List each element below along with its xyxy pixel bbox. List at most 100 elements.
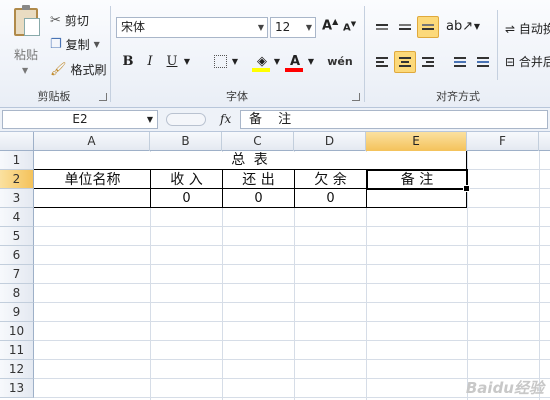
font-size-value: 12 [275, 20, 291, 34]
header-balance[interactable]: 欠 余 [295, 171, 366, 189]
bold-button[interactable]: B [118, 52, 138, 72]
font-size-select[interactable]: 12 ▼ [270, 17, 316, 38]
cut-button[interactable]: ✂ 剪切 [50, 10, 89, 30]
row-header-13[interactable]: 13 [0, 379, 34, 398]
formula-bar: E2 ▼ fx 备 注 [0, 108, 550, 132]
row-header-11[interactable]: 11 [0, 341, 34, 360]
column-header-e[interactable]: E [366, 132, 467, 151]
increase-indent-button[interactable] [472, 51, 494, 73]
formula-input[interactable]: 备 注 [240, 110, 548, 129]
clipboard-launcher-icon[interactable] [99, 93, 107, 101]
paste-button[interactable]: 粘贴 ▼ [8, 5, 44, 76]
column-header-f[interactable]: F [467, 132, 539, 151]
italic-button[interactable]: I [140, 52, 160, 72]
decrease-indent-button[interactable] [449, 51, 471, 73]
cut-label: 剪切 [64, 13, 89, 28]
column-header-b[interactable]: B [150, 132, 222, 151]
align-top-button[interactable] [371, 16, 393, 38]
chevron-down-icon[interactable]: ▼ [230, 52, 240, 72]
insert-function-button[interactable]: fx [220, 110, 231, 129]
borders-icon [213, 55, 227, 68]
font-name-select[interactable]: 宋体 ▼ [116, 17, 268, 38]
column-header-c[interactable]: C [222, 132, 294, 151]
chevron-down-icon[interactable]: ▼ [182, 52, 192, 72]
cell-d3[interactable]: 0 [295, 190, 366, 208]
scissors-icon: ✂ [50, 12, 61, 28]
gridline [34, 340, 550, 341]
select-all-button[interactable] [0, 132, 34, 151]
underline-button[interactable]: U [162, 52, 182, 72]
cell-b3[interactable]: 0 [151, 190, 222, 208]
phonetic-button[interactable]: wén [326, 52, 354, 72]
row-header-5[interactable]: 5 [0, 227, 34, 246]
column-header-d[interactable]: D [294, 132, 366, 151]
header-unit-name[interactable]: 单位名称 [35, 171, 150, 189]
row-header-2[interactable]: 2 [0, 170, 34, 189]
chevron-down-icon: ▼ [22, 66, 29, 75]
borders-button[interactable] [210, 52, 230, 72]
row-header-7[interactable]: 7 [0, 265, 34, 284]
underline-icon: U [166, 54, 178, 69]
shrink-font-icon: A [343, 22, 351, 34]
header-repaid[interactable]: 还 出 [223, 171, 294, 189]
row-header-1[interactable]: 1 [0, 151, 34, 170]
formula-controls: fx [160, 110, 236, 129]
name-box[interactable]: E2 ▼ [2, 110, 158, 129]
gridline [34, 245, 550, 246]
format-painter-icon: 🖌 [50, 61, 67, 77]
chevron-down-icon[interactable]: ▼ [272, 52, 282, 72]
merge-center-button[interactable]: ⊟ 合并后 [505, 53, 550, 70]
font-name-value: 宋体 [121, 20, 146, 34]
wrap-text-button[interactable]: ⇌ 自动换 [505, 20, 550, 37]
paste-label: 粘贴 [13, 48, 38, 62]
chevron-down-icon[interactable]: ▼ [306, 52, 316, 72]
ribbon: 粘贴 ▼ ✂ 剪切 ❐ 复制 ▼ 🖌 格式刷 剪贴板 宋体 ▼ 12 ▼ A▲ … [0, 0, 550, 108]
gridline [34, 226, 550, 227]
column-headers: A B C D E F [0, 132, 550, 151]
align-center-button[interactable] [394, 51, 416, 73]
spreadsheet-grid[interactable]: A B C D E F 1 2 3 4 5 6 7 8 9 10 11 12 1… [0, 132, 550, 400]
font-color-swatch [285, 68, 303, 72]
row-header-12[interactable]: 12 [0, 360, 34, 379]
format-painter-label: 格式刷 [70, 62, 107, 77]
chevron-down-icon: ▼ [305, 23, 312, 32]
font-launcher-icon[interactable] [352, 93, 360, 101]
chevron-down-icon[interactable]: ▼ [147, 111, 153, 128]
align-bottom-button[interactable] [417, 16, 439, 38]
row-header-8[interactable]: 8 [0, 284, 34, 303]
grow-font-button[interactable]: A▲ [322, 17, 338, 33]
align-right-button[interactable] [417, 51, 439, 73]
row-header-10[interactable]: 10 [0, 322, 34, 341]
gridline [34, 283, 550, 284]
merge-icon: ⊟ [505, 55, 516, 69]
column-header-a[interactable]: A [34, 132, 150, 151]
wrap-text-label: 自动换 [518, 22, 550, 36]
chevron-down-icon: ▼ [93, 39, 100, 49]
font-group-label: 字体 [226, 90, 248, 103]
format-painter-button[interactable]: 🖌 格式刷 [50, 59, 107, 79]
cell-c3[interactable]: 0 [223, 190, 294, 208]
row-header-4[interactable]: 4 [0, 208, 34, 227]
chevron-down-icon[interactable]: ▼ [472, 17, 482, 37]
grow-font-icon: A [322, 18, 333, 34]
fill-color-button[interactable]: ◈ [252, 52, 272, 72]
alignment-group-label: 对齐方式 [436, 90, 480, 103]
font-color-icon: A [289, 54, 301, 69]
phonetic-icon: wén [327, 55, 353, 68]
text-orientation-icon: ab↗ [446, 19, 474, 34]
align-left-button[interactable] [371, 51, 393, 73]
copy-button[interactable]: ❐ 复制 ▼ [50, 34, 100, 54]
active-cell-e2[interactable] [366, 169, 470, 192]
row-header-6[interactable]: 6 [0, 246, 34, 265]
table-border [150, 169, 151, 208]
resize-handle[interactable] [166, 113, 206, 126]
clipboard-icon [14, 5, 40, 36]
font-color-button[interactable]: A [285, 52, 305, 72]
shrink-font-button[interactable]: A▼ [343, 20, 356, 33]
row-header-9[interactable]: 9 [0, 303, 34, 322]
copy-label: 复制 [65, 37, 90, 52]
row-header-3[interactable]: 3 [0, 189, 34, 208]
orientation-button[interactable]: ab↗ [446, 17, 473, 37]
header-income[interactable]: 收 入 [151, 171, 222, 189]
align-middle-button[interactable] [394, 16, 416, 38]
